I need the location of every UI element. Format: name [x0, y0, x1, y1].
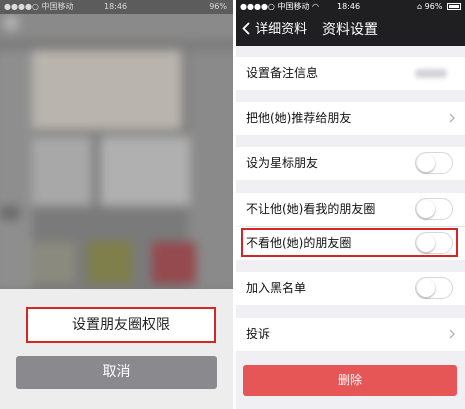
row-label: 不看他(她)的朋友圈	[246, 236, 352, 250]
signal-icon: ●●●●○	[4, 2, 39, 11]
row-label: 设置备注信息	[246, 66, 319, 80]
blacklist-row: 加入黑名单	[236, 272, 465, 305]
status-time: 18:46	[104, 2, 128, 11]
delete-button[interactable]: 删除	[243, 365, 457, 396]
row-label: 不让他(她)看我的朋友圈	[246, 202, 376, 216]
signal-icon: ●●●●○	[240, 2, 275, 11]
row-label: 把他(她)推荐给朋友	[246, 111, 352, 125]
chevron-left-icon	[242, 22, 250, 35]
nav-bar: 详细资料 资料设置	[236, 14, 465, 46]
hide-their-moments-toggle[interactable]	[415, 232, 453, 254]
recommend-to-friend-row[interactable]: 把他(她)推荐给朋友	[236, 102, 465, 135]
row-label: 投诉	[246, 327, 271, 341]
row-label: 加入黑名单	[246, 281, 307, 295]
page-title: 资料设置	[322, 22, 378, 38]
left-screen: ●●●●○ 中国移动 18:46 96% 设置朋友圈权限 取消	[0, 0, 233, 409]
remark-value	[415, 69, 447, 78]
status-time: 18:46	[337, 2, 361, 11]
lock-icon: ⌂	[417, 2, 423, 11]
hide-my-moments-row: 不让他(她)看我的朋友圈	[236, 193, 465, 226]
set-moments-permission-button[interactable]: 设置朋友圈权限	[26, 307, 216, 343]
report-row[interactable]: 投诉	[236, 318, 465, 351]
carrier-label: ●●●●○ 中国移动 ◠	[240, 2, 319, 11]
blurred-background	[0, 14, 233, 298]
status-bar: ●●●●○ 中国移动 18:46 96%	[0, 0, 233, 14]
chevron-right-icon	[449, 113, 455, 123]
back-label: 详细资料	[255, 22, 308, 37]
battery-indicator: 96%	[209, 2, 227, 11]
right-screen: ●●●●○ 中国移动 ◠ 18:46 ⌂ 96% 详细资料 资料设置 设置备注信…	[236, 0, 465, 409]
blacklist-toggle[interactable]	[415, 277, 453, 299]
cancel-button[interactable]: 取消	[16, 356, 217, 389]
chevron-right-icon	[449, 329, 455, 339]
star-friend-toggle[interactable]	[415, 152, 453, 174]
battery-icon	[447, 3, 461, 10]
back-button[interactable]: 详细资料	[242, 14, 307, 46]
row-label: 设为星标朋友	[246, 156, 319, 170]
hide-their-moments-row: 不看他(她)的朋友圈	[236, 227, 465, 260]
wifi-icon: ◠	[312, 2, 319, 11]
status-bar: ●●●●○ 中国移动 ◠ 18:46 ⌂ 96%	[236, 0, 465, 14]
set-remark-row[interactable]: 设置备注信息	[236, 57, 465, 90]
action-sheet: 设置朋友圈权限 取消	[0, 289, 233, 409]
carrier-label: ●●●●○ 中国移动	[4, 2, 74, 11]
star-friend-row: 设为星标朋友	[236, 147, 465, 180]
hide-my-moments-toggle[interactable]	[415, 198, 453, 220]
battery-indicator: ⌂ 96%	[417, 0, 461, 14]
